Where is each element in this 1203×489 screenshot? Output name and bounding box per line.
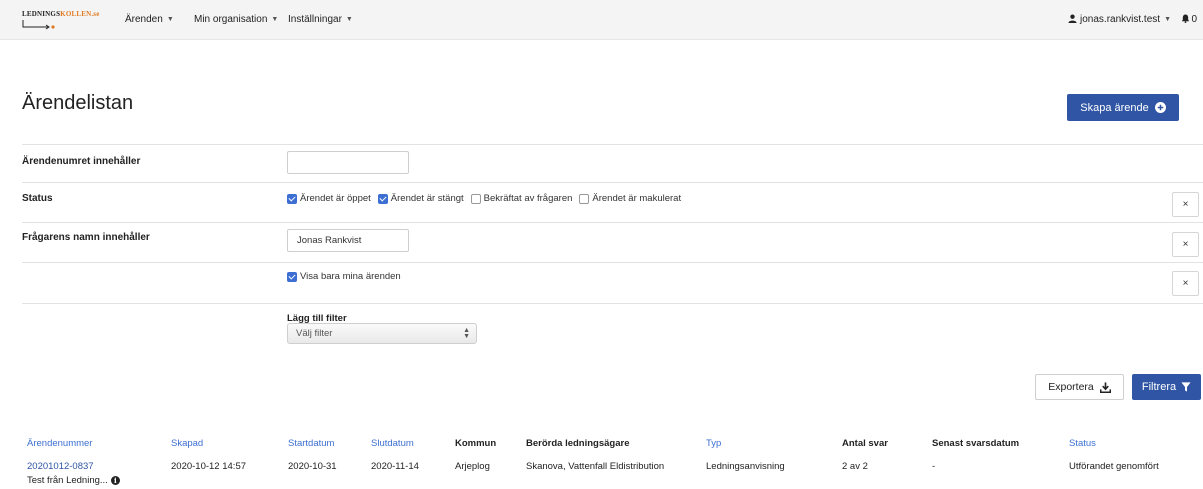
caret-down-icon: ▼ xyxy=(271,16,279,23)
column-header-case-number[interactable]: Ärendenummer xyxy=(27,438,92,449)
column-header-type[interactable]: Typ xyxy=(706,438,721,449)
mine-only-checkbox-group: Visa bara mina ärenden xyxy=(287,271,408,282)
info-icon[interactable]: i xyxy=(110,476,120,485)
divider xyxy=(22,144,1203,145)
status-option-label: Bekräftat av frågaren xyxy=(483,193,573,204)
status-option-closed[interactable]: Ärendet är stängt xyxy=(377,193,464,204)
checkbox-checked[interactable] xyxy=(287,193,297,204)
clear-status-filter-button[interactable]: × xyxy=(1172,192,1199,217)
funnel-icon xyxy=(1181,382,1191,392)
clear-requester-filter-button[interactable]: × xyxy=(1172,232,1199,257)
page-title: Ärendelistan xyxy=(22,92,134,114)
create-case-button[interactable]: Skapa ärende xyxy=(1067,94,1179,121)
case-number-link[interactable]: 20201012-0837 xyxy=(27,461,94,472)
download-icon xyxy=(1099,381,1111,393)
status-filter-label: Status xyxy=(22,193,53,204)
nav-menu-min-organisation[interactable]: Min organisation ▼ xyxy=(194,14,278,25)
requester-filter-label: Frågarens namn innehåller xyxy=(22,232,150,243)
bell-icon xyxy=(1182,14,1190,23)
column-header-municipality: Kommun xyxy=(455,438,497,449)
clear-mine-only-filter-button[interactable]: × xyxy=(1172,271,1199,296)
nav-menu-arenden-label: Ärenden xyxy=(125,14,163,25)
app-logo[interactable]: LEDNINGSKOLLEN.se xyxy=(22,10,110,34)
caret-down-icon: ▼ xyxy=(1164,16,1171,23)
column-header-start-date[interactable]: Startdatum xyxy=(288,438,334,449)
status-option-confirmed[interactable]: Bekräftat av frågaren xyxy=(470,193,573,204)
mine-only-label: Visa bara mina ärenden xyxy=(300,271,401,282)
checkbox-checked[interactable] xyxy=(377,193,388,204)
cell-status: Utförandet genomfört xyxy=(1069,461,1159,472)
status-option-voided[interactable]: Ärendet är makulerat xyxy=(579,193,681,204)
column-header-answer-count: Antal svar xyxy=(842,438,888,449)
user-icon xyxy=(1068,14,1077,23)
column-header-last-answer-date: Senast svarsdatum xyxy=(932,438,1020,449)
mine-only-option[interactable]: Visa bara mina ärenden xyxy=(287,271,401,282)
user-name: jonas.rankvist.test xyxy=(1080,14,1161,25)
cell-owners: Skanova, Vattenfall Eldistribution xyxy=(526,461,665,472)
column-header-owners: Berörda ledningsägare xyxy=(526,438,630,449)
status-option-label: Ärendet är makulerat xyxy=(592,193,682,204)
plus-circle-icon xyxy=(1154,102,1166,113)
checkbox-unchecked[interactable] xyxy=(470,193,481,204)
filter-button[interactable]: Filtrera xyxy=(1132,374,1201,400)
status-option-label: Ärendet är stängt xyxy=(390,193,464,204)
divider xyxy=(22,222,1203,223)
nav-menu-installningar[interactable]: Inställningar ▼ xyxy=(288,14,353,25)
logo-arrow-icon xyxy=(22,20,55,30)
user-menu[interactable]: jonas.rankvist.test ▼ xyxy=(1068,14,1171,25)
status-checkbox-group: Ärendet är öppet Ärendet är stängt Bekrä… xyxy=(287,193,688,204)
requester-name-input[interactable] xyxy=(287,229,409,252)
status-option-label: Ärendet är öppet xyxy=(300,193,371,204)
column-header-created[interactable]: Skapad xyxy=(171,438,203,449)
column-header-end-date[interactable]: Slutdatum xyxy=(371,438,414,449)
status-option-open[interactable]: Ärendet är öppet xyxy=(287,193,371,204)
nav-menu-arenden[interactable]: Ärenden ▼ xyxy=(125,14,174,25)
create-case-label: Skapa ärende xyxy=(1080,101,1149,114)
nav-menu-min-organisation-label: Min organisation xyxy=(194,14,268,25)
notification-count: 0 xyxy=(1191,14,1197,25)
divider xyxy=(22,262,1203,263)
logo-text: LEDNINGSKOLLEN.se xyxy=(22,10,100,18)
cell-municipality: Arjeplog xyxy=(455,461,490,472)
select-updown-icon: ▲ ▼ xyxy=(463,327,470,340)
case-title-text: Test från Ledning... xyxy=(27,475,108,486)
top-navbar: LEDNINGSKOLLEN.se Ärenden ▼ Min organisat… xyxy=(0,0,1203,40)
caret-down-icon: ▼ xyxy=(166,16,174,23)
case-title: Test från Ledning... i xyxy=(27,475,120,486)
add-filter-selected-value: Välj filter xyxy=(296,328,333,339)
case-number-input[interactable] xyxy=(287,151,409,174)
notifications-button[interactable]: 0 xyxy=(1181,14,1197,25)
divider xyxy=(22,182,1203,183)
cell-end-date: 2020-11-14 xyxy=(371,461,419,472)
export-label: Exportera xyxy=(1048,381,1094,393)
add-filter-select[interactable]: Välj filter ▲ ▼ xyxy=(287,323,477,344)
case-number-filter-label: Ärendenumret innehåller xyxy=(22,156,141,167)
cell-start-date: 2020-10-31 xyxy=(288,461,337,472)
cell-last-answer-date: - xyxy=(932,461,936,472)
column-header-status[interactable]: Status xyxy=(1069,438,1096,449)
filter-label: Filtrera xyxy=(1141,381,1177,393)
checkbox-unchecked[interactable] xyxy=(579,193,590,204)
cell-created: 2020-10-12 14:57 xyxy=(171,461,247,472)
divider xyxy=(22,303,1203,304)
cell-type: Ledningsanvisning xyxy=(706,461,785,472)
cell-answer-count: 2 av 2 xyxy=(842,461,868,472)
nav-menu-installningar-label: Inställningar xyxy=(288,14,342,25)
export-button[interactable]: Exportera xyxy=(1035,374,1124,400)
checkbox-checked[interactable] xyxy=(287,271,297,282)
caret-down-icon: ▼ xyxy=(345,16,353,23)
